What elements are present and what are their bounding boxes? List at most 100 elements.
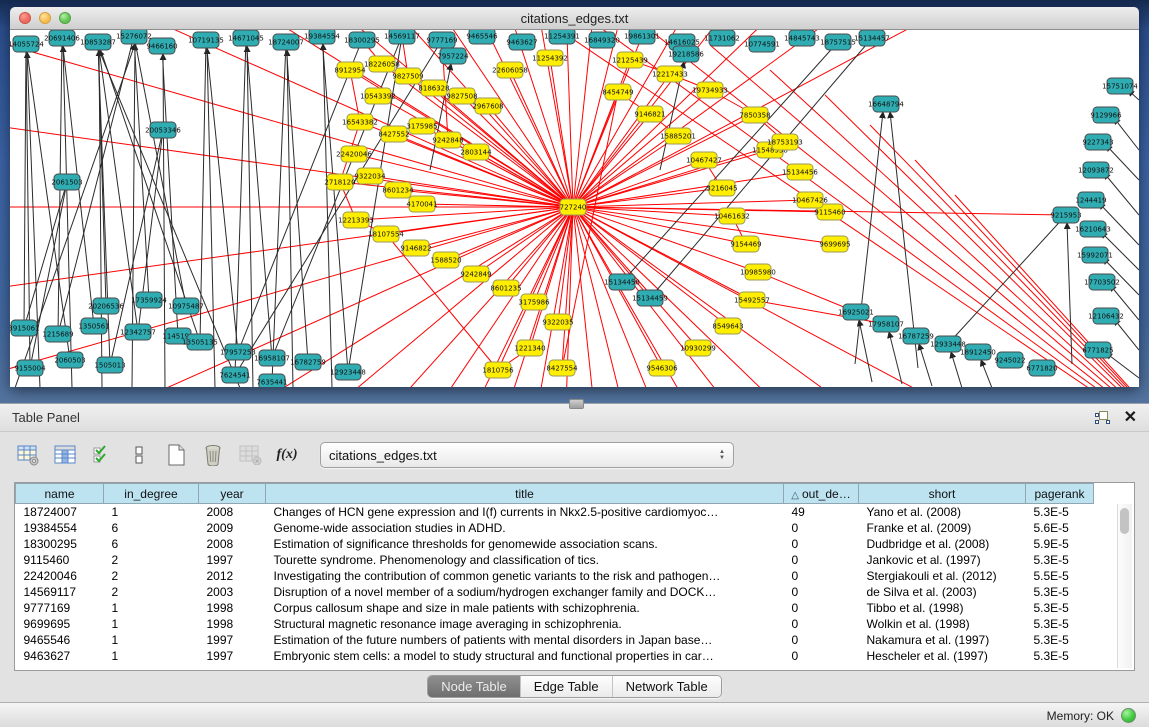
table-cell[interactable]: 1 xyxy=(104,504,199,521)
graph-node[interactable]: 2803144 xyxy=(460,144,492,160)
table-scrollbar[interactable] xyxy=(1117,504,1132,668)
graph-node[interactable]: 1215689 xyxy=(42,326,73,342)
graph-node[interactable]: 8427554 xyxy=(546,360,578,376)
table-cell[interactable]: 9699695 xyxy=(16,616,104,632)
table-cell[interactable]: Structural magnetic resonance image aver… xyxy=(266,616,784,632)
table-row[interactable]: 969969511998Structural magnetic resonanc… xyxy=(16,616,1094,632)
graph-edge[interactable] xyxy=(322,36,348,372)
graph-node[interactable]: 9699695 xyxy=(819,236,850,252)
graph-node[interactable]: 9227343 xyxy=(1082,134,1113,150)
table-cell[interactable]: 0 xyxy=(784,584,859,600)
table-row[interactable]: 946554611997Estimation of the future num… xyxy=(16,632,1094,648)
graph-node[interactable]: 9155004 xyxy=(14,360,46,376)
graph-node[interactable]: 22606058 xyxy=(492,62,528,78)
graph-node[interactable]: 2718120 xyxy=(324,174,355,190)
table-cell[interactable]: 0 xyxy=(784,632,859,648)
table-cell[interactable]: 18724007 xyxy=(16,504,104,521)
delete-table-button[interactable] xyxy=(199,441,227,469)
graph-node[interactable]: 1505013 xyxy=(94,357,125,373)
graph-node[interactable]: 9146821 xyxy=(634,106,665,122)
graph-node[interactable]: 9322035 xyxy=(542,314,573,330)
column-header-in_degree[interactable]: in_degree xyxy=(104,484,199,504)
table-cell[interactable]: Tibbo et al. (1998) xyxy=(859,600,1026,616)
graph-edge[interactable] xyxy=(348,36,402,372)
table-row[interactable]: 1872400712008Changes of HCN gene express… xyxy=(16,504,1094,521)
graph-edge[interactable] xyxy=(510,70,573,207)
graph-node[interactable]: 20206536 xyxy=(88,298,124,314)
graph-edge[interactable] xyxy=(1106,353,1139,378)
tab-node-table[interactable]: Node Table xyxy=(428,676,520,697)
table-cell[interactable]: 18300295 xyxy=(16,536,104,552)
graph-node[interactable]: 10853287 xyxy=(80,34,116,50)
table-cell[interactable]: Corpus callosum shape and size in male p… xyxy=(266,600,784,616)
table-cell[interactable]: Nakamura et al. (1997) xyxy=(859,632,1026,648)
table-cell[interactable]: 1997 xyxy=(199,552,266,568)
graph-edge[interactable] xyxy=(1114,319,1139,350)
graph-node[interactable]: 9215953 xyxy=(1050,207,1081,223)
column-header-name[interactable]: name xyxy=(16,484,104,504)
table-cell[interactable]: 6 xyxy=(104,520,199,536)
table-cell[interactable]: 0 xyxy=(784,568,859,584)
table-cell[interactable]: 1 xyxy=(104,600,199,616)
graph-node[interactable]: 10461632 xyxy=(714,208,750,224)
graph-node[interactable]: 18300295 xyxy=(344,32,380,48)
create-table-button[interactable] xyxy=(162,441,190,469)
table-cell[interactable]: Wolkin et al. (1998) xyxy=(859,616,1026,632)
graph-node[interactable]: 15134459 xyxy=(632,290,668,306)
graph-node[interactable]: 10543392 xyxy=(360,88,396,104)
table-cell[interactable]: 9463627 xyxy=(16,648,104,664)
graph-edge[interactable] xyxy=(981,360,992,387)
graph-node[interactable]: 12093872 xyxy=(1078,162,1114,178)
table-cell[interactable]: Investigating the contribution of common… xyxy=(266,568,784,584)
graph-node[interactable]: 17703502 xyxy=(1084,274,1120,290)
graph-node[interactable]: 8427552 xyxy=(378,126,409,142)
graph-node[interactable]: 8912954 xyxy=(334,62,366,78)
show-columns-button[interactable] xyxy=(51,441,79,469)
table-cell[interactable]: 14569117 xyxy=(16,584,104,600)
graph-node[interactable]: 1350561 xyxy=(78,318,109,334)
graph-node[interactable]: 18912450 xyxy=(960,344,996,360)
table-cell[interactable]: Stergiakouli et al. (2012) xyxy=(859,568,1026,584)
graph-node[interactable]: 1588520 xyxy=(430,252,461,268)
graph-node[interactable]: 12125439 xyxy=(612,52,648,68)
graph-node[interactable]: 19734933 xyxy=(692,82,728,98)
graph-node[interactable]: 10930299 xyxy=(680,340,716,356)
table-cell[interactable]: Changes of HCN gene expression and I(f) … xyxy=(266,504,784,521)
graph-edge[interactable] xyxy=(98,42,138,332)
table-cell[interactable]: 1998 xyxy=(199,616,266,632)
table-cell[interactable]: 2008 xyxy=(199,536,266,552)
delete-columns-button[interactable] xyxy=(236,441,264,469)
graph-node[interactable]: 10719135 xyxy=(188,32,224,48)
graph-node[interactable]: 18757515 xyxy=(820,34,856,50)
graph-node[interactable]: 7624541 xyxy=(219,367,250,383)
graph-node[interactable]: 9322034 xyxy=(354,168,386,184)
graph-node[interactable]: 11254392 xyxy=(532,50,568,66)
graph-node[interactable]: 18724007 xyxy=(268,34,304,50)
table-cell[interactable]: 0 xyxy=(784,616,859,632)
graph-node[interactable]: 16958107 xyxy=(254,350,290,366)
graph-edge[interactable] xyxy=(323,44,332,387)
table-cell[interactable]: 9115460 xyxy=(16,552,104,568)
table-cell[interactable]: Tourette syndrome. Phenomenology and cla… xyxy=(266,552,784,568)
table-cell[interactable]: de Silva et al. (2003) xyxy=(859,584,1026,600)
table-cell[interactable]: 5.3E-5 xyxy=(1026,632,1094,648)
graph-node[interactable]: 19218586 xyxy=(668,46,704,62)
graph-node[interactable]: 3175986 xyxy=(518,294,550,310)
graph-edge[interactable] xyxy=(27,52,40,387)
table-cell[interactable]: 5.3E-5 xyxy=(1026,552,1094,568)
graph-node[interactable]: 1810756 xyxy=(482,362,514,378)
table-cell[interactable]: Yano et al. (2008) xyxy=(859,504,1026,521)
table-cell[interactable]: 1 xyxy=(104,616,199,632)
table-cell[interactable]: Jankovic et al. (1997) xyxy=(859,552,1026,568)
graph-edge[interactable] xyxy=(758,272,856,312)
table-cell[interactable]: 0 xyxy=(784,536,859,552)
graph-node[interactable]: 9129966 xyxy=(1090,107,1122,123)
column-header-pagerank[interactable]: pagerank xyxy=(1026,484,1094,504)
graph-node[interactable]: 10467426 xyxy=(792,192,828,208)
table-cell[interactable]: 2 xyxy=(104,552,199,568)
graph-edge[interactable] xyxy=(951,352,962,387)
network-view-canvas[interactable]: 1405572420691406108532871527607294661601… xyxy=(10,30,1139,387)
table-row[interactable]: 946362711997Embryonic stem cells: a mode… xyxy=(16,648,1094,664)
table-cell[interactable]: 5.3E-5 xyxy=(1026,504,1094,521)
graph-node[interactable]: 16210643 xyxy=(1075,221,1111,237)
